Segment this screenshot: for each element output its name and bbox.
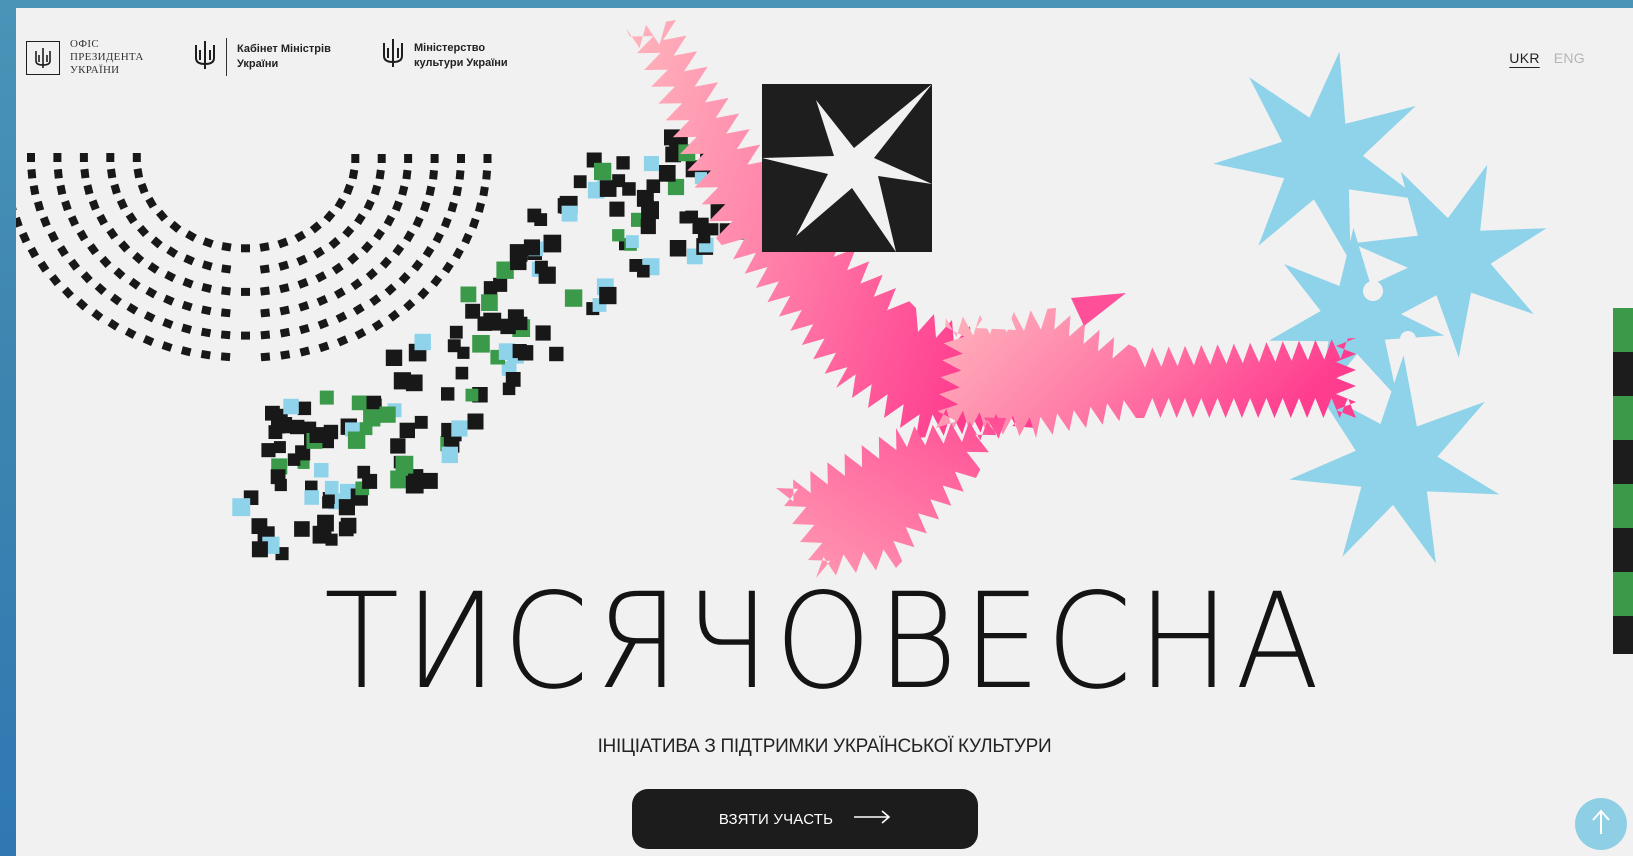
participate-button[interactable]: ВЗЯТИ УЧАСТЬ [632,789,978,849]
black-star-tile-graphic [762,84,932,252]
arrow-right-icon [853,810,891,828]
participate-button-label: ВЗЯТИ УЧАСТЬ [718,810,834,828]
ministry-culture-label: Міністерство культури України [414,41,508,69]
logo-cabinet-ministers[interactable]: Кабінет Міністрів України [194,38,331,76]
lang-ukr-link[interactable]: UKR [1509,50,1539,66]
language-switcher: UKR ENG [1509,50,1585,66]
scroll-to-top-button[interactable] [1575,798,1627,850]
trident-icon [382,38,404,73]
page-canvas: ОФІС ПРЕЗИДЕНТА УКРАЇНИ Кабінет Міністрі… [16,8,1633,856]
hero-artwork [16,20,1633,654]
page-title: ТИСЯЧОВЕСНА [324,565,1325,719]
logo-divider [226,38,227,76]
pink-bird-graphic [626,20,1356,578]
logo-office-president[interactable]: ОФІС ПРЕЗИДЕНТА УКРАЇНИ [26,38,144,77]
trident-icon [26,40,60,75]
page-subtitle: ІНІЦІАТИВА З ПІДТРИМКИ УКРАЇНСЬКОЇ КУЛЬТ… [597,736,1052,757]
blue-stars-graphic [1213,51,1547,564]
scattered-squares-graphic [232,129,745,561]
trident-icon [194,40,216,75]
logo-ministry-culture[interactable]: Міністерство культури України [382,38,508,73]
parliament-arcs-graphic [16,153,492,362]
arrow-up-icon [1590,808,1612,840]
lang-eng-link[interactable]: ENG [1554,50,1585,66]
office-president-label: ОФІС ПРЕЗИДЕНТА УКРАЇНИ [70,38,144,76]
right-edge-bars-graphic [1613,308,1633,654]
cabinet-ministers-label: Кабінет Міністрів України [237,43,331,70]
